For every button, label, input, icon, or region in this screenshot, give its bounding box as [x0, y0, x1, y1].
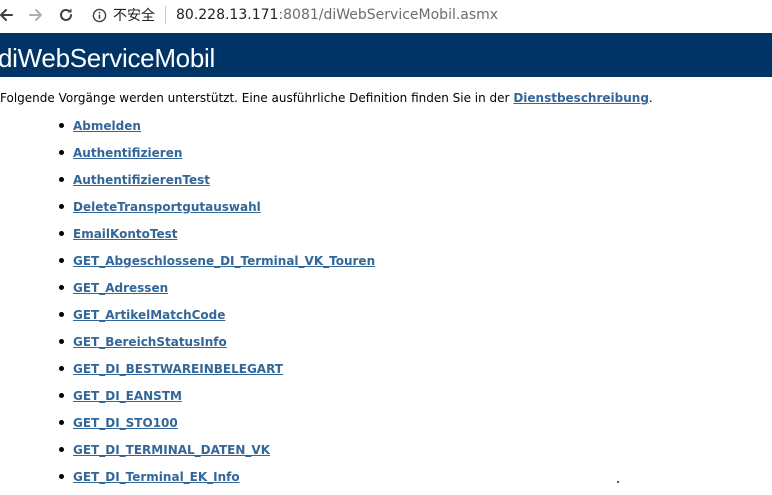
operation-link[interactable]: GET_DI_Terminal_EK_Info [73, 470, 240, 484]
bullet-icon [59, 420, 64, 425]
bullet-icon [59, 150, 64, 155]
bullet-icon [59, 285, 64, 290]
list-item: GET_BereichStatusInfo [0, 333, 375, 360]
operation-link[interactable]: AuthentifizierenTest [73, 173, 210, 187]
site-info-button[interactable]: 不安全 [92, 6, 166, 24]
list-item: GET_DI_Terminal_EK_Info [0, 468, 375, 495]
bullet-icon [59, 258, 64, 263]
url-text[interactable]: 80.228.13.171:8081/diWebServiceMobil.asm… [176, 7, 498, 23]
intro-text: Folgende Vorgänge werden unterstützt. Ei… [0, 91, 514, 105]
info-icon [92, 8, 107, 22]
list-item: DeleteTransportgutauswahl [0, 198, 375, 225]
back-arrow-icon [0, 9, 13, 21]
list-item: GET_DI_TERMINAL_DATEN_VK [0, 441, 375, 468]
stray-pixel [617, 481, 619, 483]
list-item: EmailKontoTest [0, 225, 375, 252]
intro-end: . [648, 91, 653, 105]
operation-link[interactable]: Authentifizieren [73, 146, 182, 160]
bullet-icon [59, 447, 64, 452]
forward-arrow-icon [29, 9, 42, 21]
back-button[interactable] [0, 3, 18, 27]
operation-link[interactable]: GET_DI_TERMINAL_DATEN_VK [73, 443, 270, 457]
list-item: Authentifizieren [0, 144, 375, 171]
bullet-icon [59, 204, 64, 209]
reload-icon [60, 8, 72, 21]
security-label: 不安全 [113, 8, 155, 24]
url-host: 80.228.13.171 [176, 7, 279, 23]
operation-link[interactable]: GET_Abgeschlossene_DI_Terminal_VK_Touren [73, 254, 375, 268]
intro-paragraph: Folgende Vorgänge werden unterstützt. Ei… [0, 91, 653, 105]
list-item: GET_DI_BESTWAREINBELEGART [0, 360, 375, 387]
bullet-icon [59, 474, 64, 479]
operation-link[interactable]: DeleteTransportgutauswahl [73, 200, 261, 214]
list-item: GET_ArtikelMatchCode [0, 306, 375, 333]
operation-link[interactable]: EmailKontoTest [73, 227, 178, 241]
service-description-link[interactable]: Dienstbeschreibung [513, 91, 649, 105]
list-item: GET_Adressen [0, 279, 375, 306]
bullet-icon [59, 312, 64, 317]
operation-link[interactable]: GET_ArtikelMatchCode [73, 308, 225, 322]
reload-button[interactable] [54, 3, 78, 27]
bullet-icon [59, 231, 64, 236]
operations-list: Abmelden Authentifizieren Authentifizier… [0, 117, 375, 495]
omnibox[interactable]: 不安全 80.228.13.171:8081/diWebServiceMobil… [92, 3, 498, 27]
list-item: Abmelden [0, 117, 375, 144]
operation-link[interactable]: Abmelden [73, 119, 141, 133]
bullet-icon [59, 177, 64, 182]
operation-link[interactable]: GET_DI_STO100 [73, 416, 178, 430]
bullet-icon [59, 339, 64, 344]
list-item: GET_Abgeschlossene_DI_Terminal_VK_Touren [0, 252, 375, 279]
bullet-icon [59, 393, 64, 398]
list-item: GET_DI_STO100 [0, 414, 375, 441]
bullet-icon [59, 123, 64, 128]
operation-link[interactable]: GET_DI_EANSTM [73, 389, 182, 403]
bullet-icon [59, 366, 64, 371]
url-path: :8081/diWebServiceMobil.asmx [278, 7, 499, 23]
list-item: GET_DI_EANSTM [0, 387, 375, 414]
page-header: diWebServiceMobil [0, 33, 772, 77]
operation-link[interactable]: GET_BereichStatusInfo [73, 335, 227, 349]
operation-link[interactable]: GET_Adressen [73, 281, 168, 295]
browser-toolbar: 不安全 80.228.13.171:8081/diWebServiceMobil… [0, 0, 772, 30]
list-item: AuthentifizierenTest [0, 171, 375, 198]
forward-button[interactable] [24, 3, 48, 27]
operation-link[interactable]: GET_DI_BESTWAREINBELEGART [73, 362, 283, 376]
page-title: diWebServiceMobil [0, 43, 215, 73]
